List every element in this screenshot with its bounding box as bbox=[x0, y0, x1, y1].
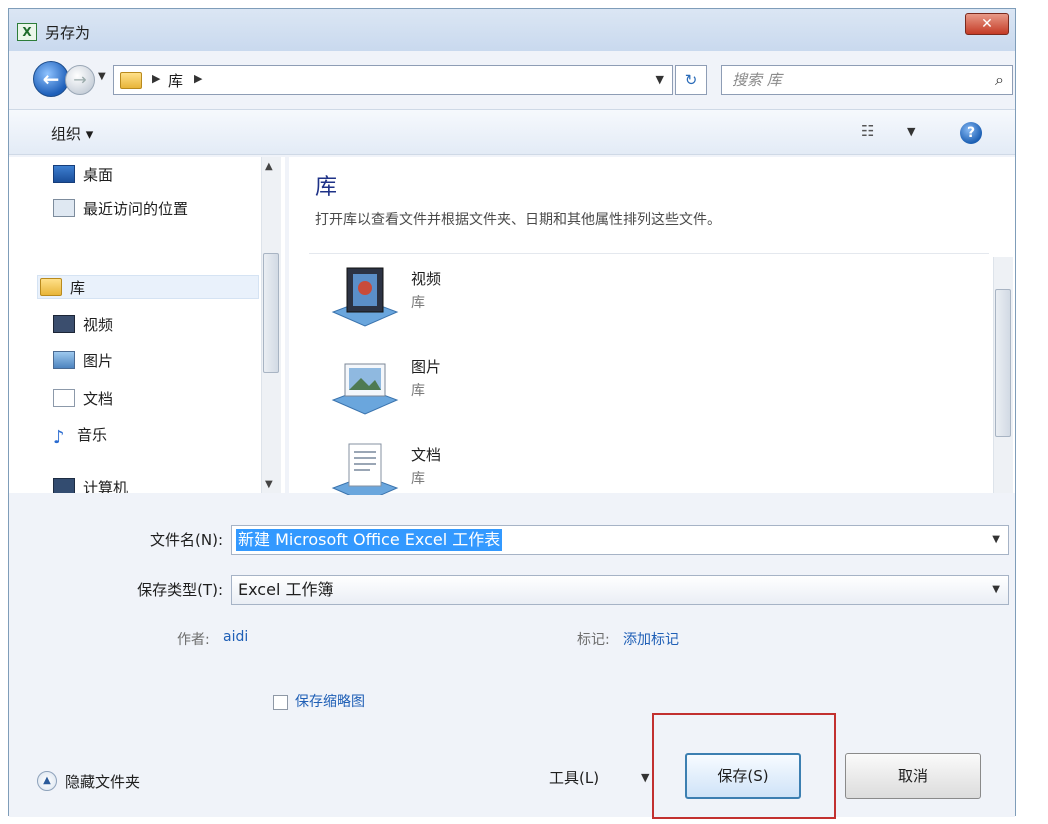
library-item-type: 库 bbox=[411, 471, 425, 487]
recent-places-icon bbox=[53, 199, 75, 217]
refresh-icon: ↻ bbox=[684, 71, 698, 89]
nav-item-computer[interactable]: 计算机 bbox=[53, 477, 193, 493]
save-thumbnail-checkbox[interactable] bbox=[273, 695, 288, 710]
search-input[interactable] bbox=[722, 66, 972, 94]
filetype-select[interactable]: Excel 工作簿 ▼ bbox=[231, 575, 1009, 605]
chevron-down-icon[interactable]: ▼ bbox=[641, 771, 649, 784]
nav-item-label: 视频 bbox=[83, 316, 114, 334]
nav-scrollbar-thumb[interactable] bbox=[263, 253, 279, 373]
scroll-up-icon[interactable]: ▲ bbox=[265, 161, 273, 172]
organize-menu-button[interactable]: 组织 ▾ bbox=[51, 123, 93, 144]
file-list-pane: 库 打开库以查看文件并根据文件夹、日期和其他属性排列这些文件。 视频 库 图片 … bbox=[289, 157, 1015, 503]
nav-item-libraries[interactable]: 库 bbox=[37, 275, 259, 299]
author-label: 作者: bbox=[177, 632, 210, 648]
change-view-icon[interactable]: ☷ bbox=[861, 122, 874, 140]
video-library-icon bbox=[331, 267, 399, 327]
filetype-label: 保存类型(T): bbox=[137, 581, 223, 599]
search-box[interactable]: ⌕ bbox=[721, 65, 1013, 95]
library-heading: 库 bbox=[315, 175, 338, 200]
library-description: 打开库以查看文件并根据文件夹、日期和其他属性排列这些文件。 bbox=[315, 212, 721, 228]
filename-combobox[interactable]: 新建 Microsoft Office Excel 工作表 ▼ bbox=[231, 525, 1009, 555]
chevron-down-icon: ▼ bbox=[98, 71, 106, 82]
address-dropdown-icon[interactable]: ▼ bbox=[656, 73, 664, 86]
filename-label: 文件名(N): bbox=[150, 531, 223, 549]
nav-item-documents[interactable]: 文档 bbox=[53, 387, 113, 411]
library-folder-icon bbox=[120, 72, 142, 89]
back-button[interactable]: ← bbox=[33, 61, 69, 97]
tools-menu-button[interactable]: 工具(L) bbox=[549, 767, 599, 788]
tags-label: 标记: bbox=[577, 632, 610, 648]
close-button[interactable]: ✕ bbox=[965, 13, 1009, 35]
cancel-button[interactable]: 取消 bbox=[845, 753, 981, 799]
author-value[interactable]: aidi bbox=[223, 629, 248, 645]
nav-item-recent-places[interactable]: 最近访问的位置 bbox=[53, 197, 188, 221]
search-icon[interactable]: ⌕ bbox=[995, 70, 1004, 90]
pictures-library-icon bbox=[331, 363, 399, 415]
nav-item-label: 音乐 bbox=[77, 426, 108, 444]
desktop-icon bbox=[53, 165, 75, 183]
library-item-type: 库 bbox=[411, 383, 425, 399]
pictures-library-icon bbox=[53, 351, 75, 369]
nav-item-label: 图片 bbox=[83, 352, 114, 370]
back-arrow-icon: ← bbox=[42, 67, 60, 91]
library-folder-icon bbox=[40, 278, 62, 296]
music-note-icon: ♪ bbox=[53, 427, 65, 448]
computer-icon bbox=[53, 478, 75, 493]
content-scrollbar-thumb[interactable] bbox=[995, 289, 1011, 437]
scroll-down-icon[interactable]: ▼ bbox=[265, 479, 273, 490]
recent-locations-dropdown[interactable]: ▼ bbox=[98, 71, 106, 82]
nav-item-videos[interactable]: 视频 bbox=[53, 313, 113, 337]
save-form: 文件名(N): 新建 Microsoft Office Excel 工作表 ▼ … bbox=[9, 495, 1015, 819]
nav-item-desktop[interactable]: 桌面 bbox=[53, 163, 113, 187]
library-item-videos[interactable]: 视频 库 bbox=[329, 254, 629, 338]
refresh-button[interactable]: ↻ bbox=[675, 65, 707, 95]
nav-item-pictures[interactable]: 图片 bbox=[53, 349, 113, 373]
hide-folders-button[interactable]: 隐藏文件夹 bbox=[65, 771, 140, 792]
chevron-down-icon[interactable]: ▼ bbox=[992, 534, 1000, 545]
nav-item-label: 最近访问的位置 bbox=[83, 200, 189, 218]
library-item-name: 文档 bbox=[411, 446, 442, 464]
chevron-down-icon[interactable]: ▼ bbox=[992, 584, 1000, 595]
window-title: 另存为 bbox=[45, 24, 91, 42]
breadcrumb-separator-icon[interactable]: ▶ bbox=[152, 72, 160, 85]
library-item-list: 视频 库 图片 库 文档 库 bbox=[309, 253, 989, 503]
save-thumbnail-label[interactable]: 保存缩略图 bbox=[295, 691, 365, 711]
address-bar[interactable]: ▶ 库 ▶ ▼ bbox=[113, 65, 673, 95]
save-button[interactable]: 保存(S) bbox=[685, 753, 801, 799]
tags-value[interactable]: 添加标记 bbox=[623, 629, 679, 649]
nav-item-label: 计算机 bbox=[83, 479, 129, 493]
library-item-name: 图片 bbox=[411, 358, 442, 376]
view-options-dropdown-icon[interactable]: ▼ bbox=[907, 125, 915, 138]
title-bar: X 另存为 ✕ bbox=[9, 9, 1015, 51]
forward-button[interactable]: → bbox=[65, 65, 95, 95]
library-item-name: 视频 bbox=[411, 270, 442, 288]
save-as-dialog: X 另存为 ✕ ← → ▼ ▶ 库 ▶ ▼ ↻ ⌕ 组织 ▾ ☷ ▼ ? 桌面 … bbox=[8, 8, 1016, 819]
library-item-pictures[interactable]: 图片 库 bbox=[329, 342, 629, 426]
nav-item-music[interactable]: ♪ 音乐 bbox=[53, 423, 107, 447]
filetype-value: Excel 工作簿 bbox=[238, 580, 334, 599]
excel-app-icon: X bbox=[17, 23, 37, 41]
video-library-icon bbox=[53, 315, 75, 333]
documents-library-icon bbox=[53, 389, 75, 407]
breadcrumb-separator-icon[interactable]: ▶ bbox=[194, 72, 202, 85]
help-icon[interactable]: ? bbox=[960, 122, 982, 144]
hide-folders-icon[interactable]: ▲ bbox=[37, 771, 57, 791]
filename-field[interactable]: 新建 Microsoft Office Excel 工作表 bbox=[236, 529, 503, 551]
breadcrumb-library[interactable]: 库 bbox=[168, 70, 183, 91]
command-bar: 组织 ▾ ☷ ▼ ? bbox=[9, 109, 1015, 155]
nav-item-label: 文档 bbox=[83, 390, 114, 408]
navigation-pane: 桌面 最近访问的位置 库 视频 图片 文档 ♪ 音乐 计算机 ▲ ▼ bbox=[9, 157, 285, 493]
nav-item-label: 库 bbox=[70, 279, 86, 297]
nav-item-label: 桌面 bbox=[83, 166, 114, 184]
library-item-type: 库 bbox=[411, 295, 425, 311]
forward-arrow-icon: → bbox=[73, 70, 87, 89]
